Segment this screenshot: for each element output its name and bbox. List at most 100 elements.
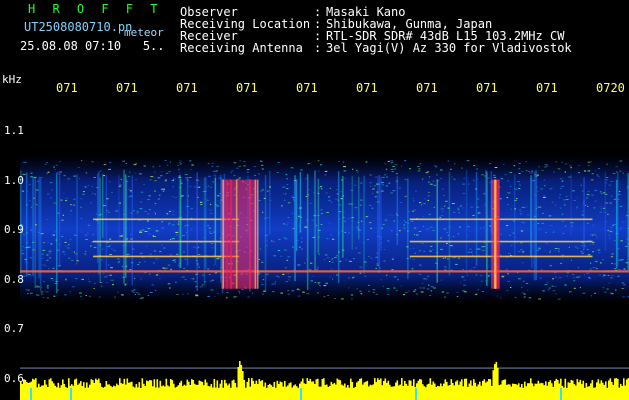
noise-speck bbox=[536, 249, 539, 251]
noise-speck bbox=[258, 173, 260, 175]
noise-speck bbox=[446, 232, 448, 233]
power-bar bbox=[599, 383, 601, 400]
noise-speck bbox=[168, 171, 171, 173]
noise-speck bbox=[359, 290, 362, 292]
power-bar bbox=[533, 386, 535, 400]
noise-speck bbox=[282, 273, 285, 275]
noise-speck bbox=[433, 184, 436, 186]
noise-speck bbox=[320, 186, 323, 188]
power-bar bbox=[65, 386, 67, 400]
power-bar bbox=[279, 381, 282, 400]
power-bar bbox=[309, 378, 312, 400]
noise-speck bbox=[284, 249, 287, 251]
noise-speck bbox=[366, 239, 369, 241]
noise-speck bbox=[384, 219, 388, 221]
power-bar bbox=[549, 380, 552, 400]
noise-speck bbox=[382, 184, 385, 186]
noise-speck bbox=[147, 199, 150, 201]
noise-speck bbox=[42, 264, 45, 266]
noise-speck bbox=[226, 297, 228, 299]
noise-speck bbox=[566, 275, 568, 277]
power-bar bbox=[98, 378, 100, 400]
power-bar bbox=[119, 378, 121, 400]
noise-speck bbox=[307, 163, 311, 165]
noise-streak bbox=[337, 171, 340, 283]
noise-speck bbox=[179, 160, 182, 162]
noise-speck bbox=[564, 163, 568, 165]
noise-speck bbox=[365, 216, 369, 218]
noise-speck bbox=[79, 198, 83, 200]
power-bar bbox=[494, 364, 496, 400]
noise-speck bbox=[124, 283, 128, 285]
noise-speck bbox=[494, 167, 498, 168]
noise-speck bbox=[549, 225, 553, 226]
power-bar bbox=[135, 383, 138, 400]
power-bar bbox=[278, 384, 280, 400]
noise-speck bbox=[53, 202, 57, 204]
noise-speck bbox=[608, 184, 612, 186]
noise-speck bbox=[252, 292, 253, 294]
power-bar bbox=[68, 378, 70, 400]
noise-speck bbox=[323, 285, 327, 287]
noise-speck bbox=[209, 209, 212, 211]
noise-speck bbox=[65, 200, 68, 202]
noise-speck bbox=[110, 279, 114, 281]
power-bar bbox=[50, 378, 52, 400]
noise-speck bbox=[100, 170, 102, 172]
noise-speck bbox=[561, 185, 565, 187]
noise-speck bbox=[184, 225, 186, 227]
noise-speck bbox=[459, 226, 461, 228]
noise-speck bbox=[444, 205, 446, 207]
noise-speck bbox=[582, 292, 586, 294]
power-bar bbox=[609, 378, 612, 400]
noise-speck bbox=[609, 202, 612, 204]
noise-speck bbox=[344, 178, 346, 179]
noise-speck bbox=[359, 266, 363, 268]
power-bar bbox=[92, 380, 94, 400]
noise-speck bbox=[625, 245, 628, 247]
meteor-burst-streak bbox=[235, 179, 238, 289]
noise-speck bbox=[327, 295, 330, 296]
power-bar bbox=[170, 379, 172, 400]
power-bar bbox=[99, 383, 102, 400]
power-bar bbox=[425, 387, 427, 400]
power-bar bbox=[566, 387, 568, 400]
noise-speck bbox=[213, 295, 216, 297]
noise-speck bbox=[459, 205, 462, 207]
noise-speck bbox=[419, 163, 422, 165]
noise-speck bbox=[451, 203, 455, 204]
power-bar bbox=[294, 384, 297, 400]
power-bar bbox=[144, 385, 147, 400]
noise-speck bbox=[273, 255, 276, 257]
noise-speck bbox=[22, 190, 25, 192]
noise-speck bbox=[621, 282, 625, 284]
noise-speck bbox=[127, 175, 130, 177]
noise-speck bbox=[598, 274, 601, 276]
noise-speck bbox=[576, 247, 579, 249]
noise-speck bbox=[600, 208, 603, 210]
noise-speck bbox=[421, 178, 424, 180]
noise-speck bbox=[126, 253, 130, 255]
noise-speck bbox=[329, 276, 332, 278]
power-bar bbox=[155, 387, 157, 400]
noise-speck bbox=[528, 170, 530, 172]
noise-speck bbox=[609, 237, 611, 239]
noise-speck bbox=[403, 220, 406, 222]
noise-speck bbox=[192, 278, 195, 280]
noise-streak bbox=[314, 170, 316, 271]
noise-speck bbox=[114, 296, 116, 298]
noise-speck bbox=[590, 262, 592, 264]
noise-speck bbox=[477, 248, 481, 250]
noise-speck bbox=[525, 161, 527, 163]
noise-speck bbox=[531, 170, 533, 172]
noise-streak bbox=[363, 175, 365, 274]
noise-speck bbox=[46, 297, 50, 299]
noise-speck bbox=[443, 266, 447, 268]
power-bar bbox=[359, 378, 361, 400]
noise-speck bbox=[595, 235, 597, 237]
noise-streak bbox=[38, 176, 40, 279]
power-bar bbox=[107, 384, 109, 400]
power-bar bbox=[444, 379, 447, 400]
noise-speck bbox=[420, 204, 423, 206]
noise-speck bbox=[557, 298, 561, 300]
